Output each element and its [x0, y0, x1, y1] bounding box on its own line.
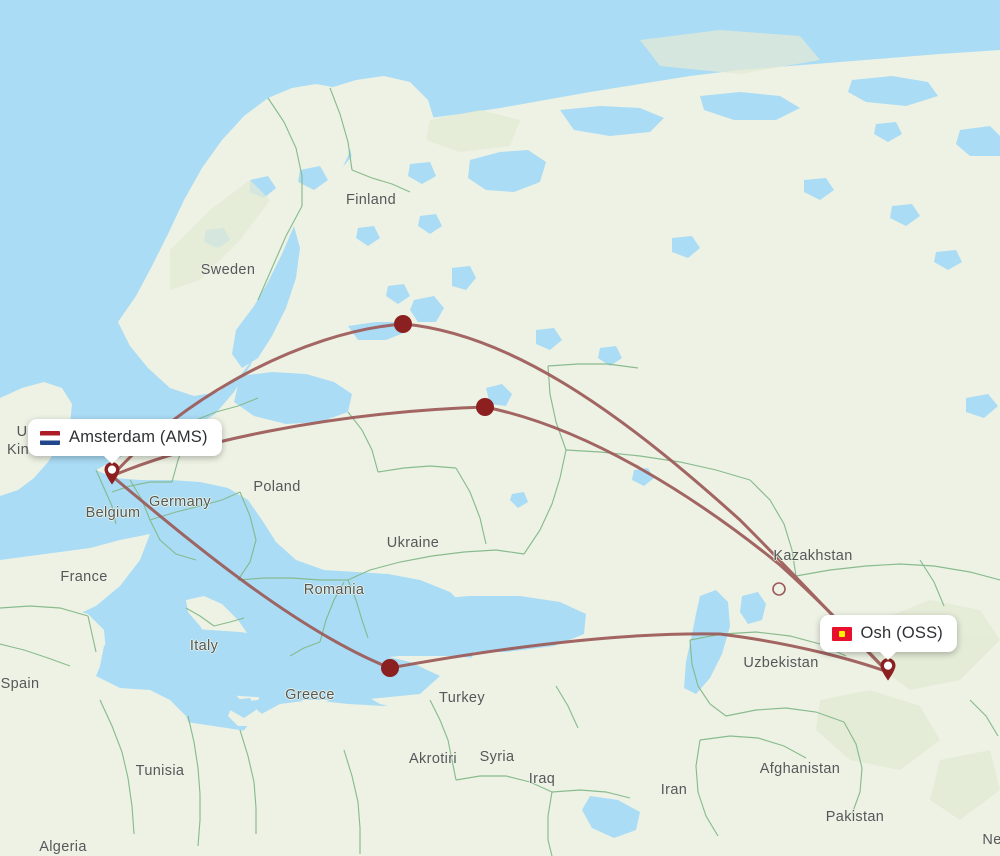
waypoint-moscow[interactable] [476, 398, 494, 416]
origin-tooltip[interactable]: Amsterdam (AMS) [28, 419, 222, 464]
origin-tooltip-arrow [103, 455, 121, 464]
origin-tooltip-label: Amsterdam (AMS) [69, 428, 208, 446]
destination-tooltip-label: Osh (OSS) [860, 624, 943, 642]
waypoint-saint-petersburg[interactable] [394, 315, 412, 333]
origin-pin-icon [104, 462, 120, 485]
flight-route-map[interactable]: Finland Sweden U Kin Belgium Germany Poland Ukr… [0, 0, 1000, 856]
destination-tooltip-arrow [879, 651, 897, 660]
kyrgyzstan-flag-icon [831, 626, 852, 641]
netherlands-flag-icon [40, 430, 60, 445]
destination-airport-marker[interactable] [879, 657, 897, 681]
destination-pin-icon [880, 658, 896, 681]
waypoint-istanbul[interactable] [381, 659, 399, 677]
destination-tooltip[interactable]: Osh (OSS) [819, 615, 957, 660]
origin-airport-marker[interactable] [103, 461, 121, 485]
